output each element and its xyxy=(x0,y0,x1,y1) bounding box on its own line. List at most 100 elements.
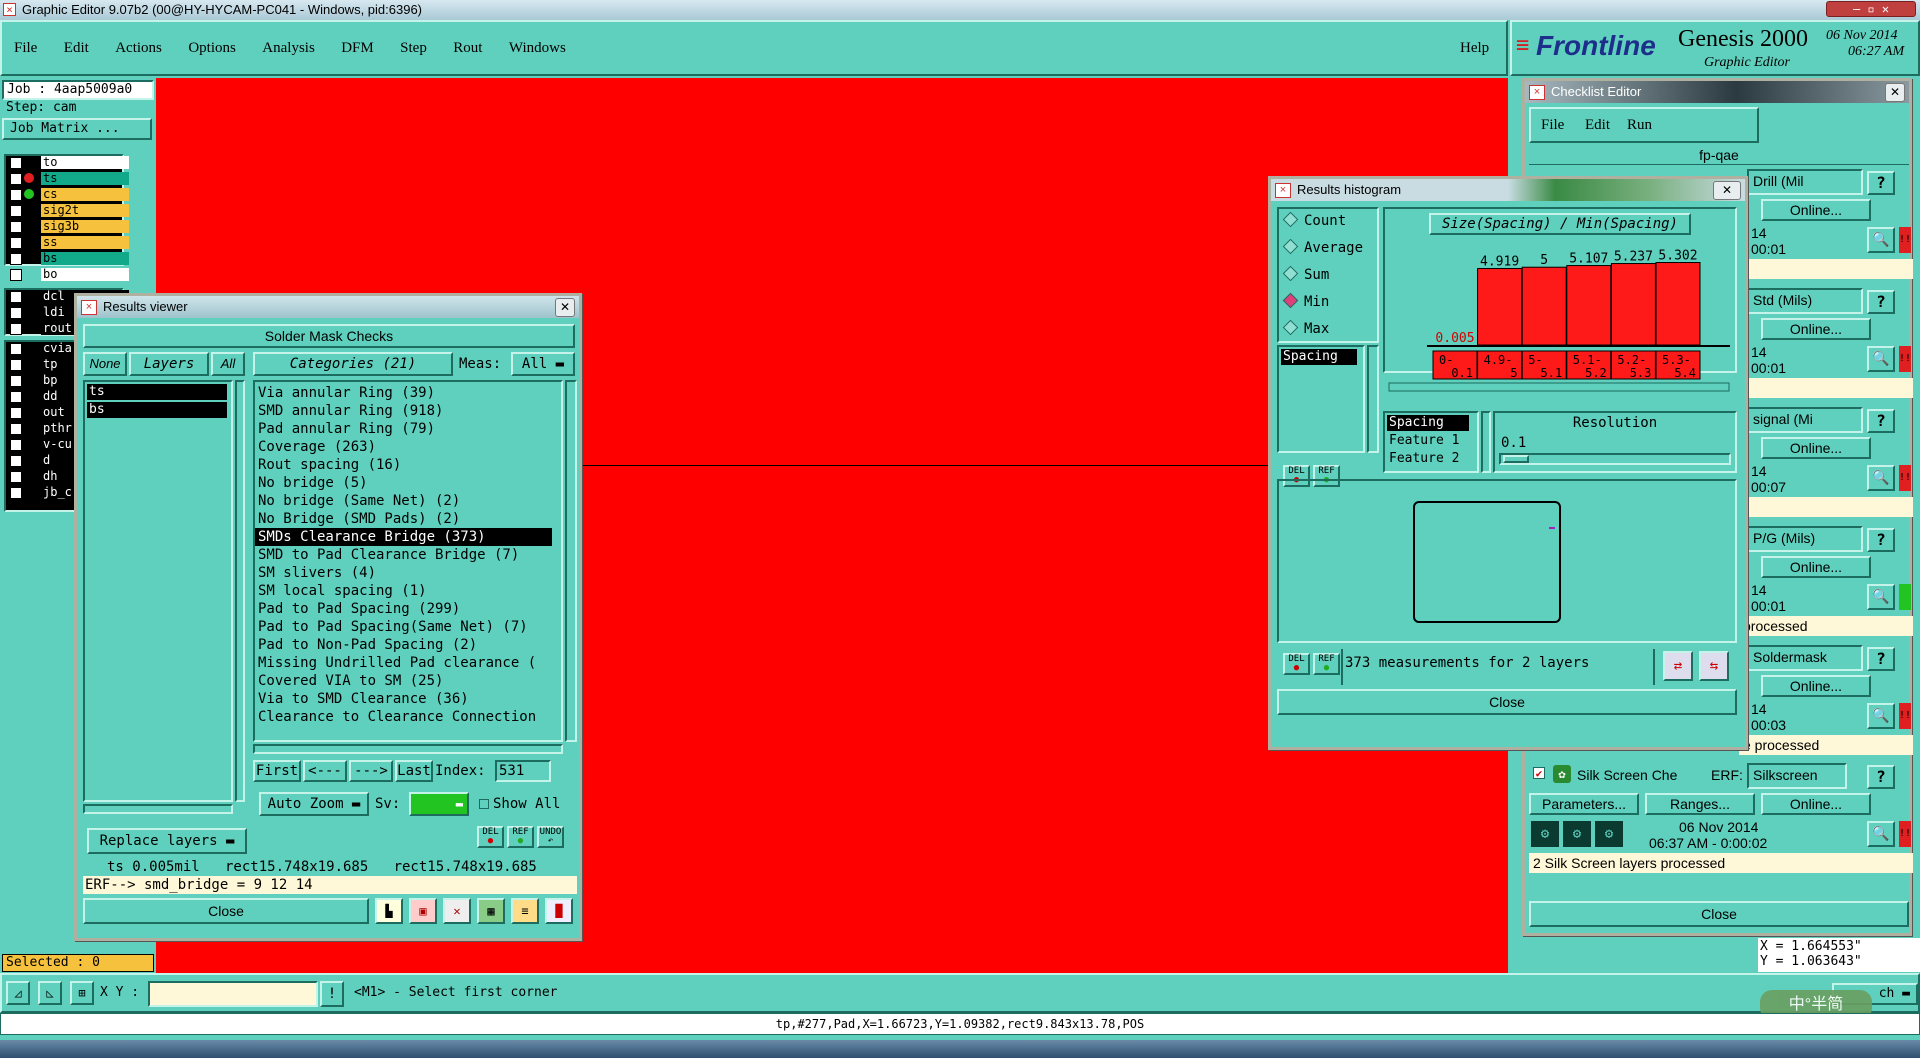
hist-del-button-2[interactable]: DEL ● xyxy=(1283,653,1310,675)
feature-item[interactable]: Feature 2 xyxy=(1387,451,1459,466)
menu-edit[interactable]: Edit xyxy=(64,40,89,57)
checklist-menu-edit[interactable]: Edit xyxy=(1585,117,1610,134)
layer-checkbox[interactable] xyxy=(10,253,22,265)
show-all-checkbox[interactable] xyxy=(479,799,489,809)
last-button[interactable]: Last xyxy=(395,760,433,782)
info-icon[interactable]: ! xyxy=(320,981,344,1007)
zoom-icon[interactable]: 🔍 xyxy=(1867,227,1895,253)
layer-checkbox[interactable] xyxy=(10,291,22,303)
histogram-bar[interactable] xyxy=(1477,267,1523,346)
category-item[interactable]: Pad to Pad Spacing (299) xyxy=(255,600,561,618)
silk-checkbox[interactable]: ✔ xyxy=(1533,767,1545,779)
resolution-slider-thumb[interactable] xyxy=(1503,455,1529,463)
swap-layers-icon[interactable]: ⇆ xyxy=(1699,651,1729,681)
layer-checkbox[interactable] xyxy=(10,189,22,201)
zoom-icon[interactable]: 🔍 xyxy=(1867,821,1895,847)
grid-icon[interactable]: ⊞ xyxy=(70,981,94,1005)
index-input[interactable]: 531 xyxy=(495,760,551,782)
ref-button[interactable]: REF ● xyxy=(507,826,534,848)
first-button[interactable]: First xyxy=(253,760,301,782)
highlight-icon[interactable]: ▙ xyxy=(375,898,403,924)
feature-listbox[interactable]: Spacing Feature 1 Feature 2 xyxy=(1383,411,1479,473)
sv-color-dropdown[interactable]: ▬ xyxy=(409,792,469,816)
help-button[interactable]: ? xyxy=(1867,528,1895,552)
job-matrix-button[interactable]: Job Matrix ... xyxy=(2,118,152,140)
action-name-field[interactable]: Soldermask xyxy=(1747,645,1863,671)
histogram-bar[interactable] xyxy=(1566,265,1612,346)
layer-item[interactable]: ts xyxy=(87,384,227,400)
category-item[interactable]: Covered VIA to SM (25) xyxy=(255,672,561,690)
layer-checkbox[interactable] xyxy=(10,307,22,319)
run-icon[interactable]: ⚙ xyxy=(1531,821,1559,847)
category-item[interactable]: Pad to Non-Pad Spacing (2) xyxy=(255,636,561,654)
feature-scrollbar[interactable] xyxy=(1481,411,1491,473)
histogram-bar[interactable] xyxy=(1521,266,1567,346)
chart-scrollbar[interactable] xyxy=(1388,382,1730,392)
help-button[interactable]: ? xyxy=(1867,647,1895,671)
layer-hscrollbar[interactable] xyxy=(83,804,233,814)
layer-checkbox[interactable] xyxy=(10,439,22,451)
help-button[interactable]: ? xyxy=(1867,409,1895,433)
checklist-menu-file[interactable]: File xyxy=(1541,117,1564,134)
category-item[interactable]: SMDs Clearance Bridge (373) xyxy=(255,528,552,546)
close-button[interactable]: Close xyxy=(83,898,369,924)
layer-item[interactable]: bs xyxy=(87,402,227,418)
help-button[interactable]: ? xyxy=(1867,171,1895,195)
layer-checkbox[interactable] xyxy=(10,375,22,387)
run-icon[interactable]: ⚙ xyxy=(1595,821,1623,847)
meas-dropdown[interactable]: All ▬ xyxy=(511,352,575,376)
category-item[interactable]: Missing Undrilled Pad clearance ( xyxy=(255,654,561,672)
menu-help[interactable]: Help xyxy=(1460,40,1489,57)
layer-checkbox[interactable] xyxy=(10,205,22,217)
online-button[interactable]: Online... xyxy=(1761,556,1871,578)
xy-input[interactable] xyxy=(148,981,318,1007)
layer-checkbox[interactable] xyxy=(10,221,22,233)
mode-radio-sum[interactable]: Sum xyxy=(1282,265,1329,283)
category-item[interactable]: Via to SMD Clearance (36) xyxy=(255,690,561,708)
layer-checkbox[interactable] xyxy=(10,423,22,435)
histogram-icon[interactable]: ▐▌ xyxy=(545,898,573,924)
menu-options[interactable]: Options xyxy=(188,40,236,57)
menu-step[interactable]: Step xyxy=(400,40,427,57)
mode-radio-max[interactable]: Max xyxy=(1282,319,1329,337)
attribute-listbox[interactable]: Spacing xyxy=(1277,345,1365,453)
silk-help-button[interactable]: ? xyxy=(1867,765,1895,789)
zoom-icon[interactable]: 🔍 xyxy=(1867,703,1895,729)
hist-ref-button-2[interactable]: REF ● xyxy=(1313,653,1340,675)
layer-checkbox[interactable] xyxy=(10,173,22,185)
layer-checkbox[interactable] xyxy=(10,455,22,467)
replace-layers-dropdown[interactable]: Replace layers ▬ xyxy=(87,828,247,854)
histogram-bar[interactable] xyxy=(1610,263,1656,346)
category-item[interactable]: SMD annular Ring (918) xyxy=(255,402,561,420)
category-item[interactable]: SM local spacing (1) xyxy=(255,582,561,600)
auto-zoom-dropdown[interactable]: Auto Zoom ▬ xyxy=(259,792,369,816)
histogram-close-button[interactable]: Close xyxy=(1277,689,1737,715)
layer-checkbox[interactable] xyxy=(10,471,22,483)
category-item[interactable]: No bridge (5) xyxy=(255,474,561,492)
close-icon[interactable]: ✕ xyxy=(1885,83,1905,102)
resolution-slider[interactable] xyxy=(1499,453,1731,465)
run-icon[interactable]: ⚙ xyxy=(1563,821,1591,847)
export-icon[interactable]: ▣ xyxy=(409,898,437,924)
silk-erf-value[interactable]: Silkscreen xyxy=(1747,763,1847,789)
feature-item[interactable]: Feature 1 xyxy=(1387,433,1459,448)
checklist-close-button[interactable]: Close xyxy=(1529,901,1909,927)
category-item[interactable]: Pad to Pad Spacing(Same Net) (7) xyxy=(255,618,561,636)
del-button[interactable]: DEL ● xyxy=(477,826,504,848)
histogram-titlebar[interactable]: × Results histogram ✕ xyxy=(1271,179,1745,201)
layer-listbox[interactable]: ts bs xyxy=(83,380,233,802)
ranges-button[interactable]: Ranges... xyxy=(1645,793,1755,815)
delete-icon[interactable]: ✕ xyxy=(443,898,471,924)
layer-checkbox[interactable] xyxy=(10,359,22,371)
layer-checkbox[interactable] xyxy=(10,237,22,249)
prev-button[interactable]: <--- xyxy=(303,760,347,782)
layer-checkbox[interactable] xyxy=(10,487,22,499)
step-icon[interactable]: ▦ xyxy=(477,898,505,924)
layer-checkbox[interactable] xyxy=(10,157,22,169)
menu-windows[interactable]: Windows xyxy=(509,40,566,57)
undo-button[interactable]: UNDO ↶ xyxy=(537,826,564,848)
parameters-button[interactable]: Parameters... xyxy=(1529,793,1639,815)
category-item[interactable]: Coverage (263) xyxy=(255,438,561,456)
menu-dfm[interactable]: DFM xyxy=(341,40,374,57)
measure-icon[interactable]: ◺ xyxy=(38,981,62,1005)
